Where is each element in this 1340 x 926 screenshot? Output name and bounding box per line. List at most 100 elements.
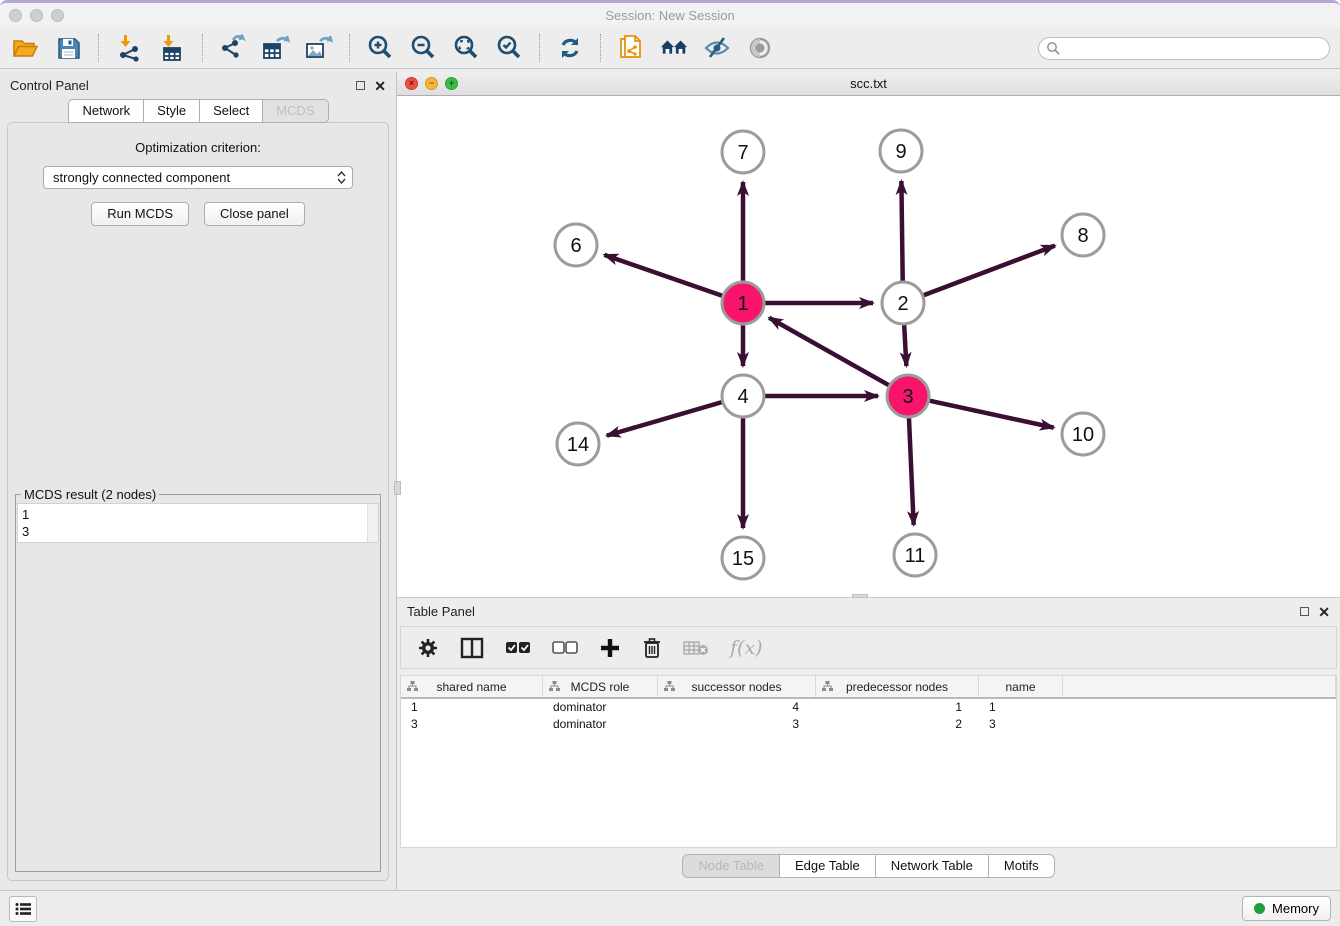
node-label: 3 bbox=[902, 386, 913, 408]
column-header-MCDS-role[interactable]: MCDS role bbox=[543, 676, 658, 697]
vertical-splitter-handle[interactable] bbox=[394, 481, 401, 495]
table-cell[interactable]: 3 bbox=[658, 716, 816, 733]
horizontal-splitter-handle[interactable] bbox=[852, 594, 868, 598]
tab-motifs[interactable]: Motifs bbox=[988, 854, 1055, 878]
column-header-name[interactable]: name bbox=[979, 676, 1063, 697]
maximize-window-icon[interactable] bbox=[51, 9, 64, 22]
graph-node-14[interactable]: 14 bbox=[557, 423, 599, 465]
toolbar-separator bbox=[600, 34, 601, 62]
graph-node-10[interactable]: 10 bbox=[1062, 413, 1104, 455]
graph-node-15[interactable]: 15 bbox=[722, 537, 764, 579]
tab-node-table[interactable]: Node Table bbox=[682, 854, 780, 878]
tab-select[interactable]: Select bbox=[199, 99, 263, 123]
open-session-button[interactable] bbox=[10, 33, 40, 63]
graph-node-4[interactable]: 4 bbox=[722, 375, 764, 417]
select-all-button[interactable] bbox=[505, 635, 531, 661]
network-view-title: scc.txt bbox=[850, 76, 887, 91]
zoom-out-button[interactable] bbox=[408, 33, 438, 63]
column-header-shared-name[interactable]: shared name bbox=[401, 676, 543, 697]
mcds-result-title: MCDS result (2 nodes) bbox=[21, 487, 159, 502]
close-panel-icon[interactable]: ✕ bbox=[374, 79, 386, 93]
run-mcds-button[interactable]: Run MCDS bbox=[91, 202, 189, 226]
deselect-all-button[interactable] bbox=[552, 635, 578, 661]
export-table-button[interactable] bbox=[261, 33, 291, 63]
zoom-selected-button[interactable] bbox=[494, 33, 524, 63]
graph-node-6[interactable]: 6 bbox=[555, 224, 597, 266]
table-cell[interactable]: dominator bbox=[543, 716, 658, 733]
export-network-button[interactable] bbox=[218, 33, 248, 63]
graph-edge-2-8[interactable] bbox=[924, 246, 1055, 296]
import-network-button[interactable] bbox=[114, 33, 144, 63]
hide-selected-button[interactable] bbox=[702, 33, 732, 63]
import-table-button[interactable] bbox=[157, 33, 187, 63]
network-maximize-icon[interactable]: + bbox=[445, 77, 458, 90]
delete-column-button[interactable] bbox=[642, 635, 662, 661]
graph-node-1[interactable]: 1 bbox=[722, 282, 764, 324]
export-table-icon bbox=[261, 34, 291, 62]
apply-layout-button[interactable] bbox=[555, 33, 585, 63]
tab-edge-table[interactable]: Edge Table bbox=[779, 854, 876, 878]
plus-icon bbox=[599, 637, 621, 659]
graph-edge-2-3[interactable] bbox=[904, 325, 906, 366]
table-cell[interactable]: 3 bbox=[401, 716, 543, 733]
table-cell[interactable]: 3 bbox=[979, 716, 1063, 733]
graph-node-7[interactable]: 7 bbox=[722, 131, 764, 173]
result-scrollbar[interactable] bbox=[367, 504, 378, 542]
save-session-button[interactable] bbox=[53, 33, 83, 63]
criterion-select[interactable]: strongly connected component bbox=[43, 166, 353, 189]
graph-edge-2-9[interactable] bbox=[901, 181, 902, 281]
minimize-window-icon[interactable] bbox=[30, 9, 43, 22]
table-cell[interactable]: 1 bbox=[979, 699, 1063, 716]
add-column-button[interactable] bbox=[599, 635, 621, 661]
tab-network[interactable]: Network bbox=[68, 99, 144, 123]
tab-mcds[interactable]: MCDS bbox=[262, 99, 328, 123]
table-mode-button[interactable] bbox=[417, 635, 439, 661]
graph-edge-3-1[interactable] bbox=[769, 318, 889, 385]
show-hidden-button[interactable] bbox=[745, 33, 775, 63]
graph-edge-4-14[interactable] bbox=[607, 402, 722, 435]
table-row[interactable]: 1dominator411 bbox=[401, 699, 1336, 716]
function-builder-button[interactable]: f(x) bbox=[730, 635, 763, 661]
float-panel-icon[interactable] bbox=[356, 81, 365, 90]
column-header-successor-nodes[interactable]: successor nodes bbox=[658, 676, 816, 697]
graph-node-2[interactable]: 2 bbox=[882, 282, 924, 324]
show-columns-button[interactable] bbox=[460, 635, 484, 661]
search-input[interactable] bbox=[1038, 37, 1330, 60]
task-history-button[interactable] bbox=[9, 896, 37, 922]
table-cell[interactable]: 1 bbox=[401, 699, 543, 716]
graph-node-3[interactable]: 3 bbox=[887, 375, 929, 417]
zoom-fit-icon bbox=[452, 34, 480, 62]
delete-table-button[interactable] bbox=[683, 635, 709, 661]
save-floppy-icon bbox=[56, 36, 81, 61]
graph-node-11[interactable]: 11 bbox=[894, 534, 936, 576]
graph-node-9[interactable]: 9 bbox=[880, 130, 922, 172]
network-minimize-icon[interactable]: − bbox=[425, 77, 438, 90]
table-cell[interactable]: 1 bbox=[816, 699, 979, 716]
table-row[interactable]: 3dominator323 bbox=[401, 716, 1336, 733]
graph-edge-3-10[interactable] bbox=[929, 401, 1053, 428]
network-close-icon[interactable]: × bbox=[405, 77, 418, 90]
table-cell[interactable]: 2 bbox=[816, 716, 979, 733]
zoom-fit-button[interactable] bbox=[451, 33, 481, 63]
duplicate-network-view-button[interactable] bbox=[616, 33, 646, 63]
show-all-networks-button[interactable] bbox=[659, 33, 689, 63]
network-canvas[interactable]: 1 2 3 4 6 7 8 9 10 11 14 15 bbox=[397, 96, 1340, 598]
memory-button[interactable]: Memory bbox=[1242, 896, 1331, 921]
tab-network-table[interactable]: Network Table bbox=[875, 854, 989, 878]
graph-edge-1-6[interactable] bbox=[604, 255, 722, 296]
zoom-selected-icon bbox=[495, 34, 523, 62]
graph-node-8[interactable]: 8 bbox=[1062, 214, 1104, 256]
zoom-in-button[interactable] bbox=[365, 33, 395, 63]
close-table-panel-icon[interactable]: ✕ bbox=[1318, 605, 1330, 619]
table-cell[interactable]: dominator bbox=[543, 699, 658, 716]
export-image-button[interactable] bbox=[304, 33, 334, 63]
float-table-panel-icon[interactable] bbox=[1300, 607, 1309, 616]
column-header-predecessor-nodes[interactable]: predecessor nodes bbox=[816, 676, 979, 697]
table-cell[interactable]: 4 bbox=[658, 699, 816, 716]
mcds-result-area[interactable]: 1 3 bbox=[17, 503, 379, 543]
table-panel: Table Panel ✕ bbox=[397, 598, 1340, 890]
close-panel-button[interactable]: Close panel bbox=[204, 202, 305, 226]
close-window-icon[interactable] bbox=[9, 9, 22, 22]
tab-style[interactable]: Style bbox=[143, 99, 200, 123]
graph-edge-3-11[interactable] bbox=[909, 418, 914, 525]
